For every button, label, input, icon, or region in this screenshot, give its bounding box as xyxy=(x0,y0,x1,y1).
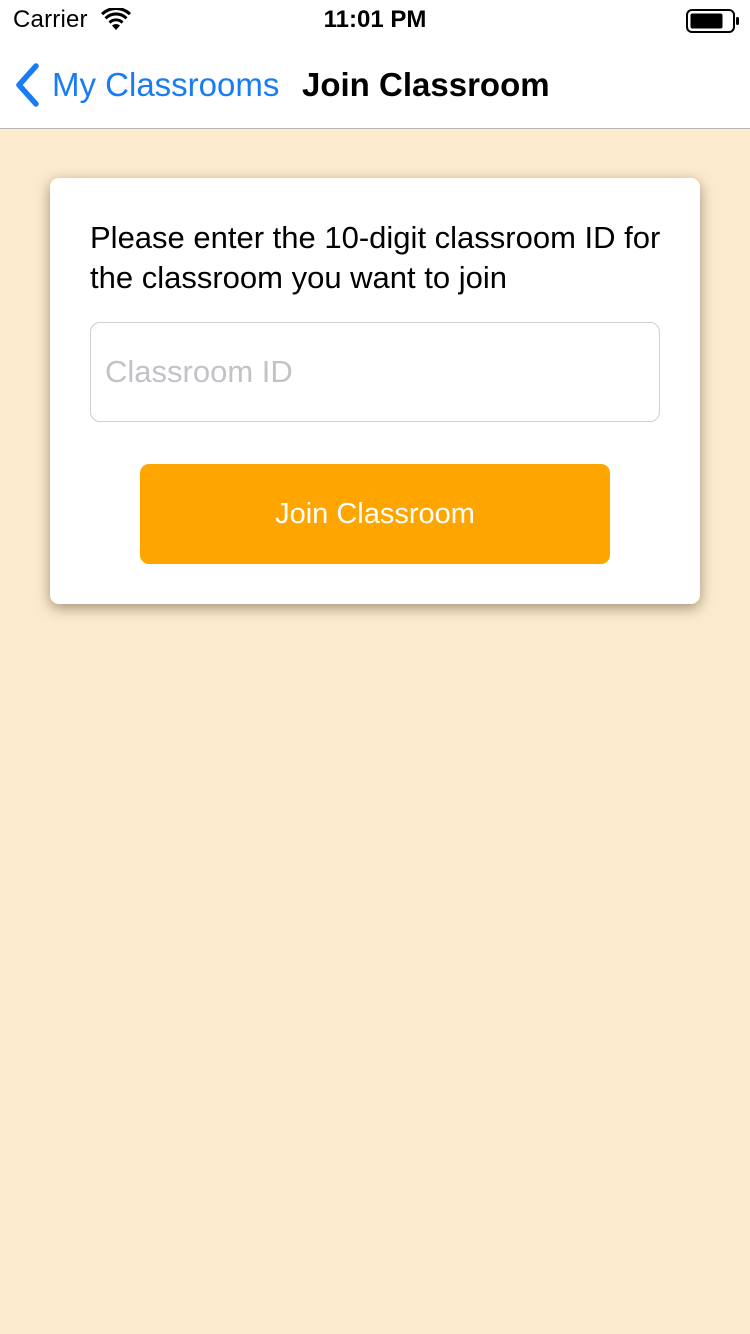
instruction-text: Please enter the 10-digit classroom ID f… xyxy=(90,220,661,295)
join-classroom-button[interactable]: Join Classroom xyxy=(140,464,610,564)
battery-icon xyxy=(686,9,739,33)
status-time: 11:01 PM xyxy=(323,6,427,33)
chevron-left-icon xyxy=(16,63,39,107)
status-bar: Carrier 11:01 PM xyxy=(0,0,750,40)
back-button-label: My Classrooms xyxy=(52,66,280,103)
page-title: Join Classroom xyxy=(302,66,550,103)
join-classroom-card: Please enter the 10-digit classroom ID f… xyxy=(50,178,700,604)
classroom-id-input[interactable] xyxy=(90,322,660,422)
navigation-bar: My Classrooms Join Classroom xyxy=(0,40,750,129)
back-button[interactable]: My Classrooms xyxy=(14,60,279,110)
